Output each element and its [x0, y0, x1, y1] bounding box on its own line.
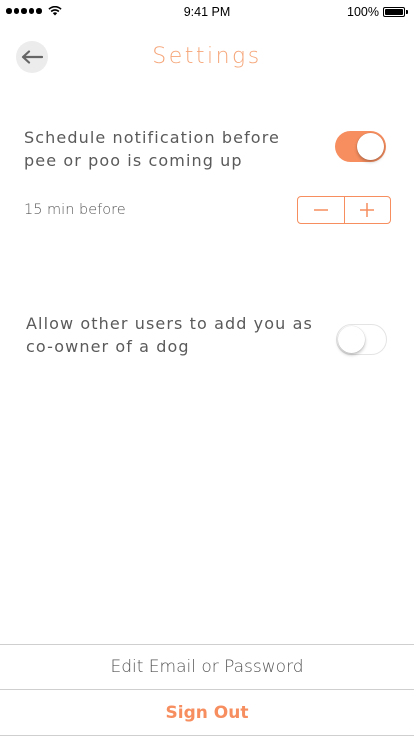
increment-button[interactable]	[345, 197, 391, 223]
decrement-button[interactable]	[298, 197, 344, 223]
sign-out-button[interactable]: Sign Out	[0, 690, 414, 735]
settings-screen: 9:41 PM 100% Settings Schedule notificat…	[0, 0, 414, 736]
notification-setting-label: Schedule notification before pee or poo …	[24, 128, 280, 170]
edit-email-password-button[interactable]: Edit Email or Password	[0, 645, 414, 689]
plus-icon	[360, 203, 375, 217]
battery-indicator: 100%	[347, 5, 408, 19]
toggle-knob	[357, 133, 384, 160]
coowner-setting-label: Allow other users to add you as co-owner…	[26, 314, 313, 356]
lead-time-stepper	[297, 196, 391, 224]
battery-percent: 100%	[347, 5, 379, 19]
notification-toggle[interactable]	[335, 131, 386, 162]
status-bar: 9:41 PM 100%	[0, 0, 414, 24]
toggle-knob	[337, 325, 365, 353]
lead-time-label: 15 min before	[24, 202, 126, 218]
battery-icon	[383, 7, 405, 17]
page-title: Settings	[152, 44, 262, 69]
coowner-toggle[interactable]	[336, 324, 387, 355]
minus-icon	[313, 209, 328, 211]
